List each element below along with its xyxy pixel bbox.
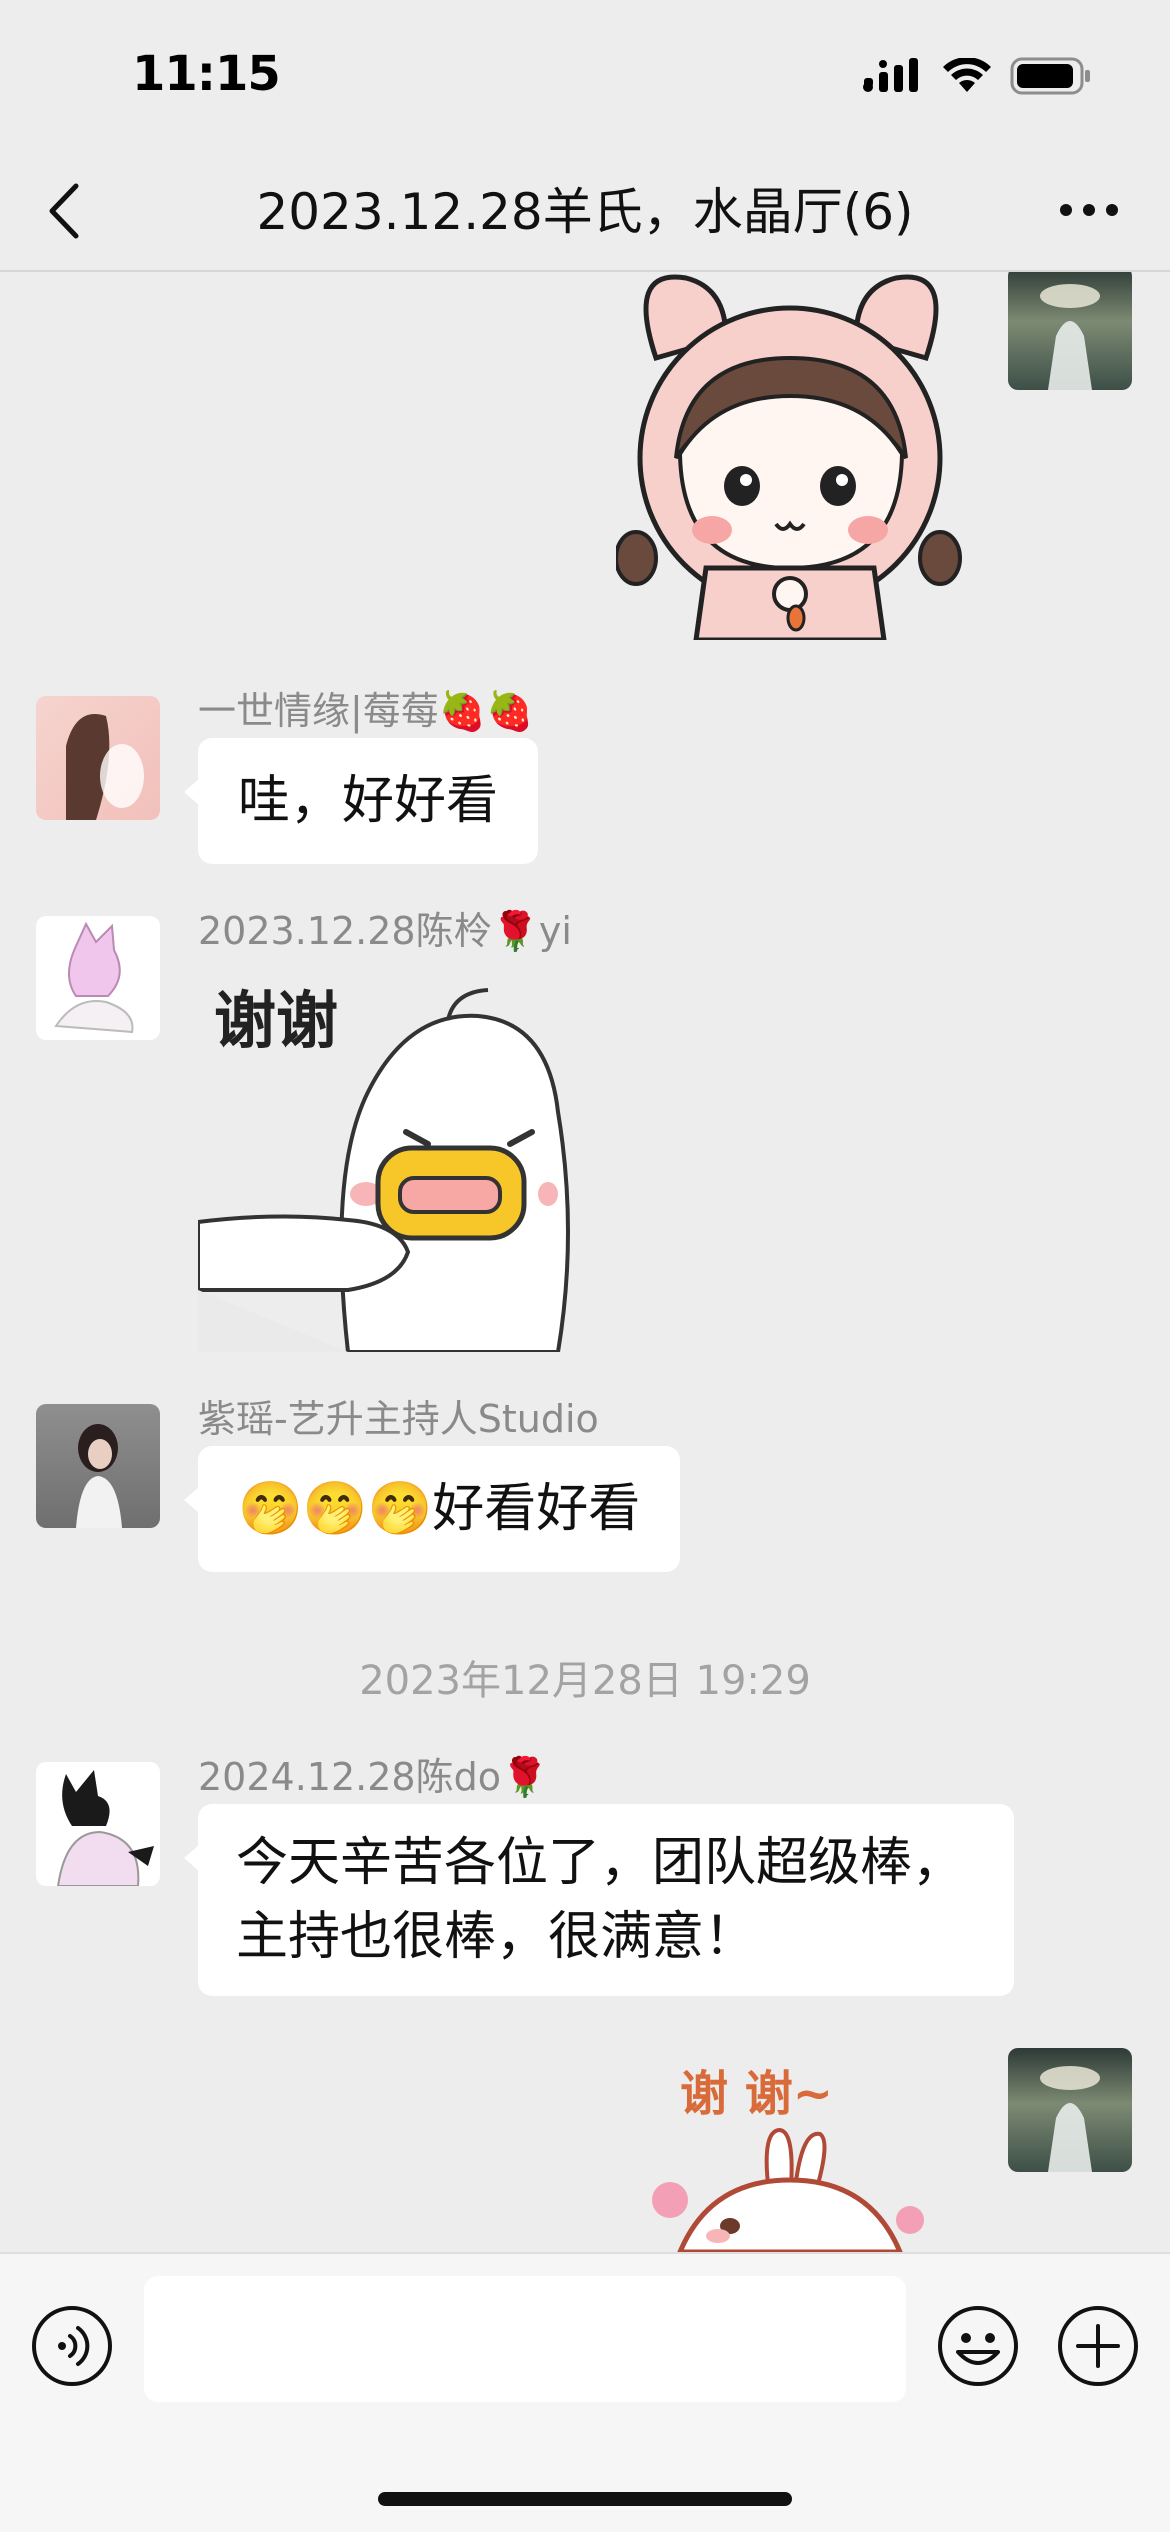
message-input[interactable]: [144, 2276, 906, 2402]
nav-bar: 2023.12.28羊氏，水晶厅(6): [0, 150, 1170, 272]
sticker-text-1: 谢谢: [214, 984, 338, 1057]
my-avatar[interactable]: [1008, 272, 1132, 390]
avatar-image: [56, 1770, 154, 1886]
status-bar: 11:15: [0, 0, 1170, 150]
bunny-girl-sticker[interactable]: [616, 272, 964, 640]
more-icon[interactable]: [1058, 200, 1120, 220]
emoji-icon[interactable]: [936, 2304, 1020, 2388]
battery-icon: [1010, 57, 1090, 95]
message-bubble[interactable]: 🤭🤭🤭好看好看: [183, 1446, 681, 1572]
bunny-thanks-sticker[interactable]: 谢 谢~: [600, 2050, 940, 2252]
sender-name: 紫瑶-艺升主持人Studio: [198, 1397, 599, 1441]
chat-message-list[interactable]: 一世情缘|莓莓🍓🍓 哇，好好看 2023.12.28陈柃🌹yi 谢谢 紫瑶-艺升…: [0, 272, 1170, 2252]
home-indicator: [378, 2492, 792, 2506]
message-text-line: 今天辛苦各位了，团队超级棒，: [236, 1833, 965, 1893]
sender-avatar[interactable]: [36, 916, 160, 1040]
duck-thanks-sticker[interactable]: 谢谢: [198, 972, 588, 1352]
status-time: 11:15: [132, 46, 281, 102]
status-icons: [862, 56, 1092, 96]
my-avatar[interactable]: [1008, 2048, 1132, 2172]
sender-avatar[interactable]: [36, 1762, 160, 1886]
message-text: 🤭🤭🤭好看好看: [238, 1479, 641, 1539]
sender-name: 2023.12.28陈柃🌹yi: [198, 909, 572, 953]
sender-name: 2024.12.28陈do🌹: [198, 1755, 549, 1799]
chat-title: 2023.12.28羊氏，水晶厅(6): [256, 183, 914, 241]
avatar-image: [1040, 2066, 1100, 2172]
sender-name: 一世情缘|莓莓🍓🍓: [198, 689, 534, 733]
sticker-text-2: 谢 谢~: [680, 2066, 833, 2122]
message-bubble[interactable]: 哇，好好看: [183, 738, 539, 864]
avatar-image: [54, 921, 134, 1034]
sender-avatar[interactable]: [36, 1404, 160, 1528]
avatar-image: [66, 714, 144, 820]
back-icon[interactable]: [40, 178, 90, 244]
chat-timestamp: 2023年12月28日 19:29: [359, 1658, 811, 1704]
message-text: 哇，好好看: [238, 771, 499, 831]
message-text-line: 主持也很棒，很满意！: [236, 1907, 757, 1967]
plus-icon[interactable]: [1056, 2304, 1140, 2388]
signal-icon: [863, 58, 918, 92]
input-bar: [0, 2252, 1170, 2532]
voice-icon[interactable]: [30, 2304, 114, 2388]
sender-avatar[interactable]: [36, 696, 160, 820]
wifi-icon: [943, 58, 991, 92]
avatar-image: [76, 1424, 122, 1528]
message-bubble[interactable]: 今天辛苦各位了，团队超级棒， 主持也很棒，很满意！: [184, 1804, 1014, 1996]
avatar-image: [1040, 284, 1100, 390]
